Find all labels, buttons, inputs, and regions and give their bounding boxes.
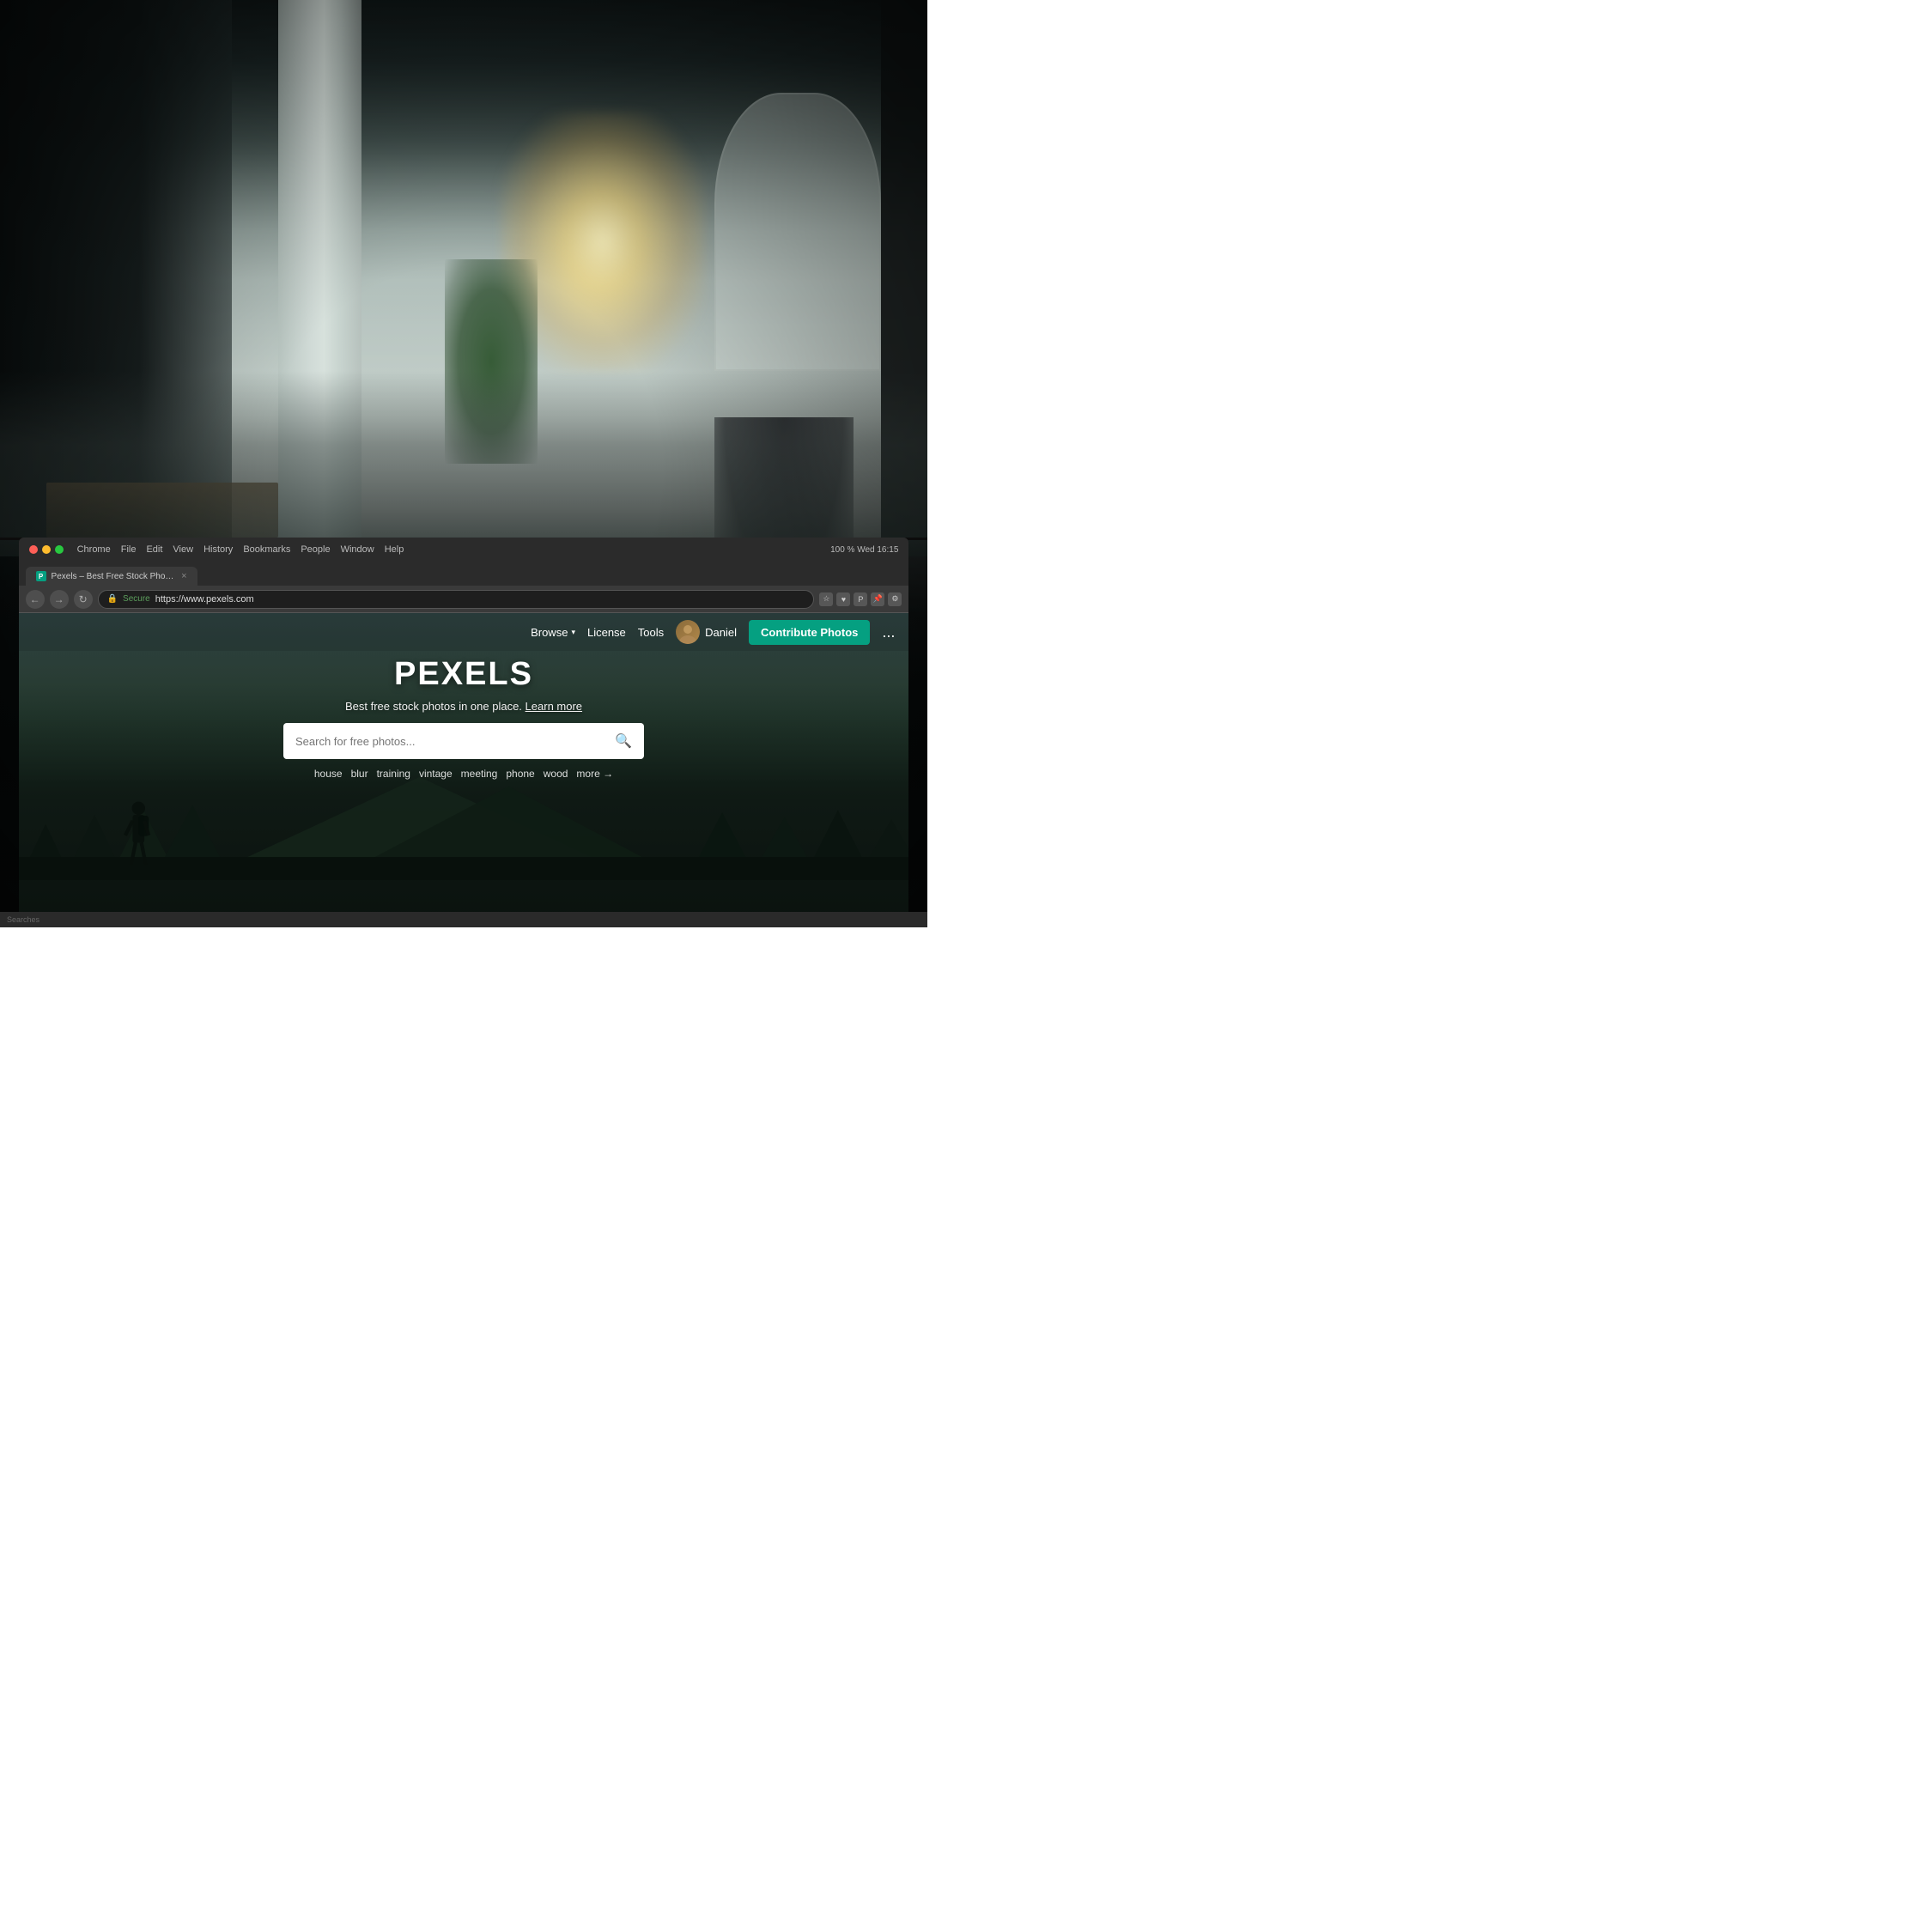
floor-transition [0, 371, 927, 556]
search-button[interactable]: 🔍 [615, 732, 632, 750]
close-window-button[interactable] [29, 545, 38, 554]
nav-tools-link[interactable]: Tools [638, 626, 664, 639]
pexels-website: Browse ▾ License Tools Daniel [19, 613, 909, 927]
hero-content: PEXELS Best free stock photos in one pla… [19, 656, 909, 780]
url-text: https://www.pexels.com [155, 594, 254, 605]
suggestion-meeting[interactable]: meeting [461, 768, 498, 780]
secure-label: Secure [123, 594, 150, 604]
extension-icon-2[interactable]: P [854, 592, 867, 606]
contribute-photos-button[interactable]: Contribute Photos [749, 620, 870, 645]
status-bar: Searches [0, 912, 927, 927]
nav-browse-link[interactable]: Browse ▾ [531, 626, 575, 639]
menu-help[interactable]: Help [385, 544, 404, 555]
browse-chevron-icon: ▾ [571, 628, 575, 637]
browser-toolbar: ← → ↻ 🔒 Secure https://www.pexels.com ☆ … [19, 586, 909, 613]
monitor-screen: Chrome File Edit View History Bookmarks … [19, 538, 909, 927]
browser-menu: Chrome File Edit View History Bookmarks … [77, 544, 404, 555]
status-text: Searches [7, 915, 39, 924]
menu-window[interactable]: Window [341, 544, 374, 555]
suggestion-more-link[interactable]: more → [576, 768, 613, 780]
address-bar[interactable]: 🔒 Secure https://www.pexels.com [98, 590, 815, 609]
menu-view[interactable]: View [173, 544, 193, 555]
menu-people[interactable]: People [301, 544, 330, 555]
menu-bookmarks[interactable]: Bookmarks [243, 544, 290, 555]
pexels-tagline: Best free stock photos in one place. Lea… [345, 700, 582, 713]
tab-favicon: P [36, 571, 46, 581]
maximize-window-button[interactable] [55, 545, 64, 554]
menu-file[interactable]: File [121, 544, 137, 555]
menu-edit[interactable]: Edit [146, 544, 162, 555]
menu-history[interactable]: History [204, 544, 233, 555]
extension-icon-1[interactable]: ♥ [836, 592, 850, 606]
menu-chrome[interactable]: Chrome [77, 544, 111, 555]
tab-close-button[interactable]: × [181, 571, 186, 581]
suggestion-training[interactable]: training [377, 768, 410, 780]
pexels-navbar: Browse ▾ License Tools Daniel [19, 613, 909, 651]
extension-icon-4[interactable]: ⚙ [888, 592, 902, 606]
search-suggestions: house blur training vintage meeting phon… [314, 768, 613, 780]
system-icons: 100 % Wed 16:15 [830, 545, 898, 555]
suggestion-blur[interactable]: blur [351, 768, 368, 780]
user-name: Daniel [705, 626, 737, 639]
tab-row: P Pexels – Best Free Stock Photos × [19, 562, 909, 586]
suggestion-wood[interactable]: wood [544, 768, 568, 780]
user-avatar [676, 620, 700, 644]
nav-user-menu[interactable]: Daniel [676, 620, 737, 644]
browser-titlebar: Chrome File Edit View History Bookmarks … [19, 538, 909, 562]
suggestion-phone[interactable]: phone [506, 768, 534, 780]
minimize-window-button[interactable] [42, 545, 51, 554]
suggestion-house[interactable]: house [314, 768, 343, 780]
extension-icon-3[interactable]: 📌 [871, 592, 884, 606]
refresh-button[interactable]: ↻ [74, 590, 93, 609]
back-button[interactable]: ← [26, 590, 45, 609]
search-input[interactable] [295, 735, 608, 748]
person-silhouette [107, 795, 170, 883]
bookmark-bar: ☆ ♥ P 📌 ⚙ [819, 592, 902, 606]
forward-button[interactable]: → [50, 590, 69, 609]
search-bar[interactable]: 🔍 [283, 723, 644, 759]
browser-window: Chrome File Edit View History Bookmarks … [19, 538, 909, 927]
more-options-button[interactable]: ... [882, 623, 895, 641]
traffic-lights [29, 545, 64, 554]
star-icon[interactable]: ☆ [819, 592, 833, 606]
learn-more-link[interactable]: Learn more [526, 700, 582, 713]
window-right [714, 93, 881, 371]
secure-icon: 🔒 [107, 594, 118, 604]
tab-title: Pexels – Best Free Stock Photos [52, 572, 177, 581]
active-tab[interactable]: P Pexels – Best Free Stock Photos × [26, 567, 197, 586]
pexels-logo-title: PEXELS [394, 656, 533, 693]
suggestion-vintage[interactable]: vintage [419, 768, 453, 780]
system-status-text: 100 % Wed 16:15 [830, 545, 898, 555]
nav-license-link[interactable]: License [587, 626, 626, 639]
nav-right: Browse ▾ License Tools Daniel [531, 620, 895, 645]
